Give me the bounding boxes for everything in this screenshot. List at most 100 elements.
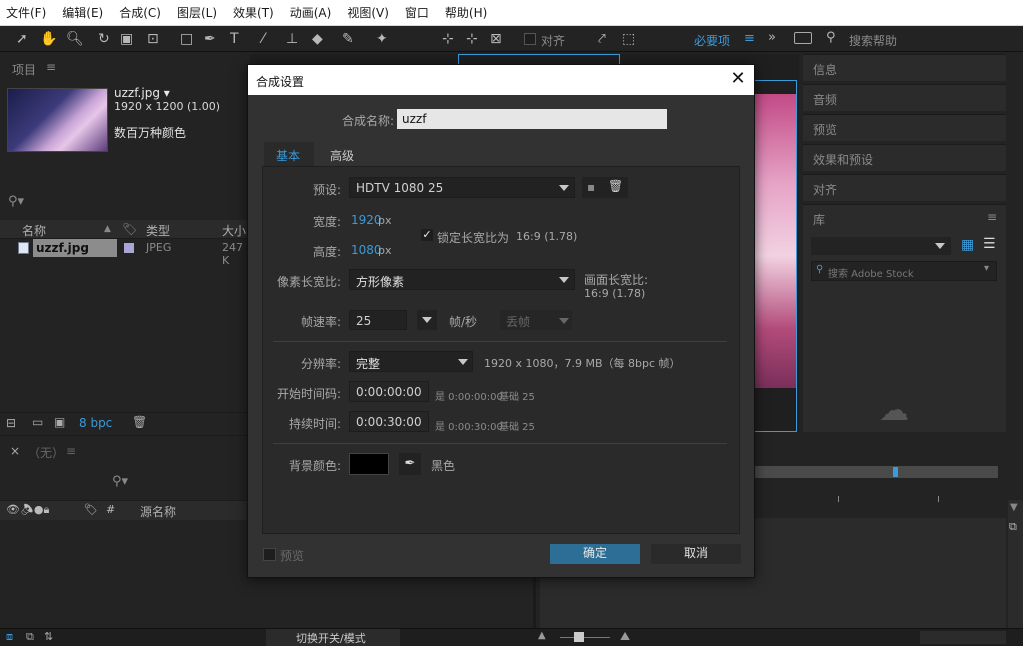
duration-input[interactable]: 0:00:30:00	[349, 411, 429, 432]
menu-window[interactable]: 窗口	[405, 4, 429, 21]
info-panel[interactable]: 信息	[803, 54, 1006, 81]
clone-stamp-tool-icon[interactable]: ⊥	[286, 30, 298, 48]
menu-view[interactable]: 视图(V)	[347, 4, 389, 21]
zoom-slider-handle[interactable]	[574, 632, 584, 642]
selection-tool-icon[interactable]: ➚	[16, 30, 28, 48]
comp-flowchart-icon[interactable]: ⧉	[1009, 520, 1017, 534]
search-help-input[interactable]: 搜索帮助	[849, 32, 897, 49]
snap-checkbox[interactable]	[524, 33, 536, 45]
puppet-tool-icon[interactable]: ✦	[376, 30, 388, 48]
width-value[interactable]: 1920	[351, 213, 382, 227]
table-row[interactable]: uzzf.jpg JPEG 247 K	[0, 239, 247, 267]
source-name-column[interactable]: 源名称	[140, 503, 176, 520]
more-workspaces-icon[interactable]: »	[768, 30, 776, 45]
av-switches-icon[interactable]: 👁︎🔈︎●🔒︎	[6, 503, 49, 517]
column-size[interactable]: 大小	[222, 222, 246, 239]
preview-panel[interactable]: 预览	[803, 114, 1006, 141]
row-file-name[interactable]: uzzf.jpg	[33, 239, 117, 257]
menu-layer[interactable]: 图层(L)	[177, 4, 217, 21]
zoom-in-icon[interactable]: ⛰	[620, 629, 630, 644]
stock-search-dropdown-icon[interactable]: ▾	[984, 263, 989, 274]
menu-effect[interactable]: 效果(T)	[233, 4, 274, 21]
preset-dropdown-icon[interactable]	[559, 185, 569, 191]
eyedropper-icon[interactable]: ✒	[399, 453, 421, 475]
label-column-icon[interactable]: 🏷︎	[84, 503, 98, 516]
bit-depth-button[interactable]: 8 bpc	[79, 416, 112, 430]
fps-dropdown[interactable]	[417, 310, 437, 330]
axis-view-icon[interactable]: ⊠	[490, 30, 502, 48]
label-column-icon[interactable]: 🏷︎	[122, 222, 137, 236]
rotate-tool-icon[interactable]: ↻	[98, 30, 110, 48]
delete-icon[interactable]: 🗑︎	[132, 415, 147, 429]
roto-brush-tool-icon[interactable]: ✎	[342, 30, 354, 48]
workspace-menu-icon[interactable]: ≡	[744, 31, 755, 46]
preset-select[interactable]: HDTV 1080 25	[349, 177, 575, 198]
timeline-zoom-icon[interactable]: ▼	[1010, 502, 1018, 513]
save-preset-icon[interactable]: ▪	[587, 180, 595, 194]
new-folder-icon[interactable]: ▭	[32, 415, 43, 429]
fps-input[interactable]: 25	[349, 310, 407, 330]
project-panel-title[interactable]: 项目	[12, 61, 36, 78]
column-name[interactable]: 名称	[22, 222, 46, 239]
column-type[interactable]: 类型	[146, 222, 170, 239]
timeline-menu-icon[interactable]: ≡	[66, 444, 76, 458]
menu-edit[interactable]: 编辑(E)	[62, 4, 103, 21]
workspace-essentials[interactable]: 必要项	[694, 32, 730, 49]
layer-switches-icon[interactable]: ⧈	[6, 630, 13, 644]
toggle-switches-modes[interactable]: 切换开关/模式	[266, 629, 400, 646]
menu-animation[interactable]: 动画(A)	[290, 4, 332, 21]
text-tool-icon[interactable]: T	[230, 30, 239, 48]
timeline-search-icon[interactable]: ⚲▾	[112, 474, 128, 489]
lock-aspect-checkbox[interactable]: ✓	[421, 229, 433, 241]
menu-file[interactable]: 文件(F)	[6, 4, 46, 21]
snap-option-icon[interactable]: ⤤	[598, 30, 606, 48]
pen-tool-icon[interactable]: ✒	[204, 30, 216, 48]
stock-search-field[interactable]: ⚲ 搜索 Adobe Stock ▾	[811, 261, 997, 281]
pixel-aspect-dropdown-icon[interactable]	[559, 277, 569, 283]
snap-grid-icon[interactable]: ⬚	[622, 30, 635, 48]
libraries-title[interactable]: 库	[813, 211, 825, 228]
pixel-aspect-select[interactable]: 方形像素	[349, 269, 575, 290]
axis-local-icon[interactable]: ⊹	[442, 30, 454, 48]
audio-panel[interactable]: 音频	[803, 84, 1006, 111]
timeline-close-icon[interactable]: ×	[10, 444, 20, 458]
hand-tool-icon[interactable]: ✋	[40, 30, 57, 48]
project-search-icon[interactable]: ⚲▾	[8, 194, 24, 209]
axis-world-icon[interactable]: ⊹	[466, 30, 478, 48]
zoom-slider-track[interactable]	[560, 637, 610, 638]
libraries-menu-icon[interactable]: ≡	[987, 210, 997, 224]
bg-color-swatch[interactable]	[349, 453, 389, 475]
new-composition-icon[interactable]: ▣	[54, 415, 65, 429]
panel-menu-icon[interactable]: ≡	[46, 60, 56, 74]
in-out-icon[interactable]: ⇅	[44, 630, 53, 643]
grid-view-icon[interactable]: ▦	[961, 237, 974, 253]
interpret-footage-icon[interactable]: ⊟	[6, 416, 16, 430]
time-navigator[interactable]	[755, 466, 998, 478]
delete-preset-icon[interactable]: 🗑︎	[608, 179, 623, 193]
height-value[interactable]: 1080	[351, 243, 382, 257]
zoom-tool-icon[interactable]: 🔍︎	[66, 30, 84, 48]
comp-name-input[interactable]: uzzf	[397, 109, 667, 129]
resolution-dropdown-icon[interactable]	[458, 359, 468, 365]
eraser-tool-icon[interactable]: ◆	[312, 30, 323, 48]
timeline-title[interactable]: （无）	[28, 444, 64, 461]
zoom-out-icon[interactable]: ▲	[538, 630, 546, 641]
file-name[interactable]: uzzf.jpg ▾	[114, 86, 170, 100]
close-icon[interactable]: ✕	[728, 69, 748, 89]
rectangle-tool-icon[interactable]: □	[180, 30, 193, 48]
start-timecode-input[interactable]: 0:00:00:00	[349, 381, 429, 402]
tab-advanced[interactable]: 高级	[318, 142, 368, 166]
cancel-button[interactable]: 取消	[651, 544, 741, 564]
library-select[interactable]	[811, 237, 951, 255]
current-time-indicator[interactable]	[893, 467, 898, 477]
tab-basic[interactable]: 基本	[264, 142, 314, 166]
effects-presets-panel[interactable]: 效果和预设	[803, 144, 1006, 171]
timeline-scrollbar[interactable]: ▼ ⧉	[1008, 500, 1023, 628]
camera-tool-icon[interactable]: ▣	[120, 30, 133, 48]
library-dropdown-icon[interactable]	[935, 243, 945, 249]
horizontal-scrollbar[interactable]	[920, 631, 1006, 644]
transfer-controls-icon[interactable]: ⧉	[26, 630, 34, 644]
sort-ascending-icon[interactable]: ▲	[104, 224, 111, 234]
ok-button[interactable]: 确定	[550, 544, 640, 564]
label-color-swatch[interactable]	[124, 243, 134, 253]
